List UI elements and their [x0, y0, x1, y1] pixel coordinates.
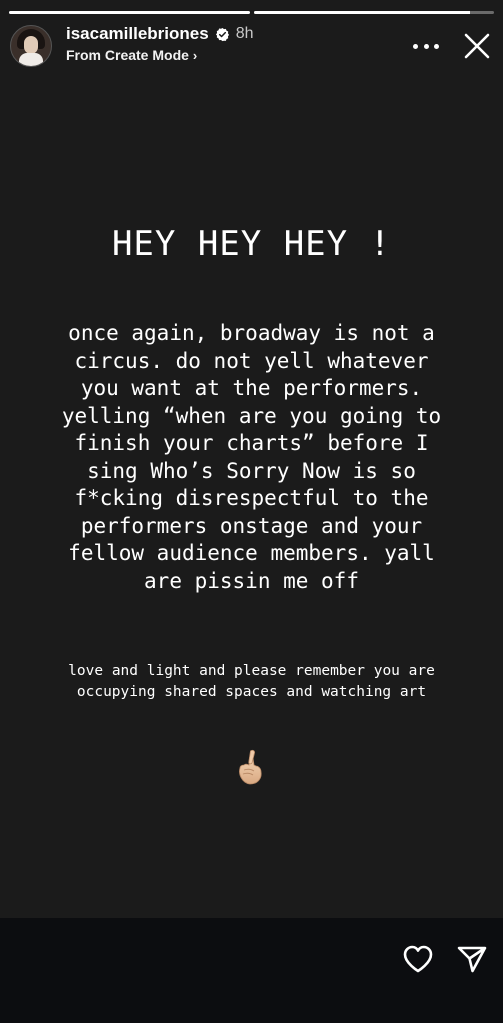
story-body-text: once again, broadway is not a circus. do… — [20, 320, 483, 595]
body-line: are pissin me off — [144, 568, 359, 593]
story-progress-bar — [9, 11, 494, 14]
verified-badge-icon — [215, 27, 229, 41]
more-options-icon[interactable] — [413, 36, 439, 56]
story-footer — [0, 918, 503, 1023]
body-line: once again, broadway is not a — [68, 321, 435, 345]
close-icon[interactable] — [463, 32, 491, 60]
user-line: isacamillebriones 8h — [66, 24, 253, 44]
closing-line: occupying shared spaces and watching art — [76, 684, 427, 700]
body-line: you want at the performers. — [80, 376, 423, 400]
story-headline: HEY HEY HEY ! — [111, 224, 392, 264]
body-line: performers onstage and your — [80, 513, 423, 538]
body-line: f*cking disrespectful to the — [74, 486, 429, 510]
body-line: sing Who’s Sorry Now is so — [87, 458, 416, 483]
create-mode-label: From Create Mode — [66, 47, 189, 63]
create-mode-link[interactable]: From Create Mode › — [66, 47, 197, 63]
body-line: finish your charts” before I — [74, 431, 429, 455]
chevron-right-icon: › — [192, 47, 198, 63]
heart-icon[interactable] — [402, 944, 434, 974]
story-closing-text: love and light and please remember you a… — [14, 661, 489, 703]
story-canvas[interactable]: isacamillebriones 8h From Create Mode › … — [0, 0, 503, 918]
progress-segment — [253, 11, 494, 14]
story-header: isacamillebriones 8h From Create Mode › — [10, 24, 495, 68]
username[interactable]: isacamillebriones — [66, 24, 209, 44]
progress-segment — [9, 11, 250, 14]
crossed-fingers-emoji-icon — [239, 749, 262, 785]
send-icon[interactable] — [456, 943, 488, 975]
body-line: yelling “when are you going to — [61, 403, 442, 428]
post-time: 8h — [235, 25, 254, 42]
body-line: fellow audience members. yall — [68, 541, 435, 565]
avatar[interactable] — [10, 25, 52, 67]
body-line: circus. do not yell whatever — [74, 348, 429, 373]
closing-line: love and light and please remember you a… — [68, 663, 435, 679]
